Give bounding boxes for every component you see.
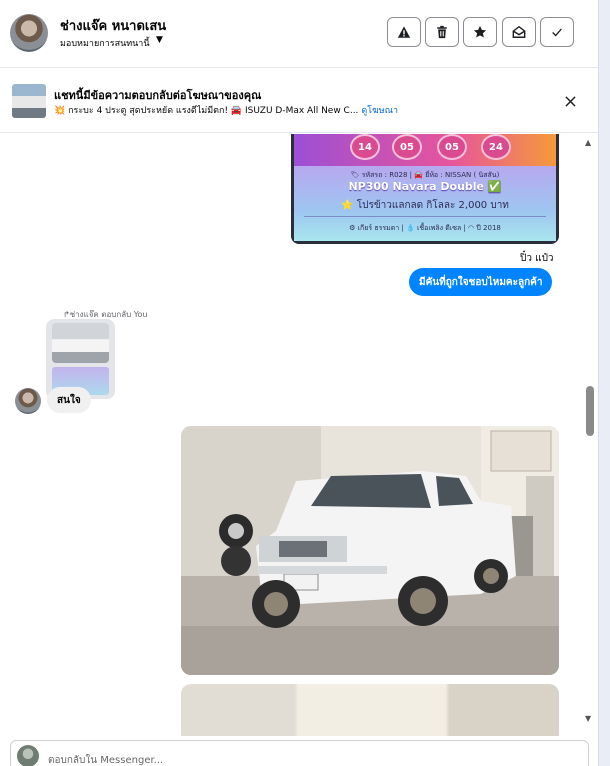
car-photo-message[interactable] (181, 426, 559, 675)
message-thread[interactable]: 14 05 05 24 🏷 รหัสรถ : R028 | 🚘 ยี่ห้อ :… (0, 134, 598, 736)
promo-divider (304, 216, 546, 217)
page-avatar (17, 745, 39, 766)
contact-avatar[interactable] (10, 14, 48, 52)
conversation-header: ช่างแจ๊ค หนาดเสน มอบหมายการสนทนานี้ ▼ (0, 0, 598, 68)
scroll-down-arrow-icon[interactable]: ▼ (585, 714, 591, 723)
ad-reply-banner: แชทนี้มีข้อความตอบกลับต่อโฆษณาของคุณ 💥 ก… (0, 69, 598, 133)
countdown-box: 14 (350, 134, 380, 160)
window-edge (598, 0, 610, 766)
countdown-box: 24 (481, 134, 511, 160)
ad-banner-title: แชทนี้มีข้อความตอบกลับต่อโฆษณาของคุณ (54, 89, 262, 102)
mark-unread-button[interactable] (502, 17, 536, 47)
assign-conversation-link[interactable]: มอบหมายการสนทนานี้ (60, 36, 150, 50)
outgoing-message[interactable]: มีคันที่ถูกใจชอบไหมคะลูกค้า (409, 268, 553, 296)
contact-name[interactable]: ช่างแจ๊ค หนาดเสน (60, 15, 166, 36)
countdown-box: 05 (392, 134, 422, 160)
close-banner-button[interactable] (561, 92, 579, 110)
scroll-thumb[interactable] (586, 386, 594, 436)
countdown-box: 05 (437, 134, 467, 160)
pickup-truck-photo (181, 426, 559, 675)
replied-image-car (52, 323, 109, 363)
mark-done-button[interactable] (540, 17, 574, 47)
view-ad-link[interactable]: ดูโฆษณา (361, 106, 398, 116)
reply-input-placeholder[interactable]: ตอบกลับใน Messenger... (48, 753, 163, 766)
promo-details: 🏷 รหัสรถ : R028 | 🚘 ยี่ห้อ : NISSAN ( นิ… (294, 166, 556, 241)
caret-down-icon[interactable]: ▼ (156, 35, 163, 45)
contact-avatar-small[interactable] (15, 388, 41, 414)
warning-icon (397, 26, 411, 38)
promo-specs: ⚙ เกียร์ ธรรมดา | 💧 เชื้อเพลิง ดีเซล | ◠… (349, 224, 501, 232)
star-button[interactable] (463, 17, 497, 47)
ad-thumbnail[interactable] (12, 84, 46, 118)
check-icon (552, 28, 562, 37)
scroll-up-arrow-icon[interactable]: ▲ (585, 138, 591, 147)
incoming-message[interactable]: สนใจ (47, 387, 91, 413)
envelope-open-icon (512, 25, 526, 38)
close-icon (564, 95, 576, 107)
delete-button[interactable] (425, 17, 459, 47)
car-photo-message-2[interactable] (181, 684, 559, 736)
ad-banner-description: 💥 กระบะ 4 ประตู สุดประหยัด แรงดีไม่มีตก!… (54, 106, 359, 116)
report-button[interactable] (387, 17, 421, 47)
promo-offer: ⭐ โปรข้าวแลกลด กิโลละ 2,000 บาท (341, 200, 509, 211)
promo-model: NP300 Navara Double ✅ (348, 180, 502, 193)
star-icon (473, 25, 487, 38)
promo-image-message[interactable]: 14 05 05 24 🏷 รหัสรถ : R028 | 🚘 ยี่ห้อ :… (291, 134, 559, 244)
promo-countdown: 14 05 05 24 (294, 134, 556, 166)
outgoing-sender-name: ปิ๋ว แป๋ว (520, 253, 554, 264)
reply-composer: ตอบกลับใน Messenger... (0, 736, 598, 766)
conversation-page: ช่างแจ๊ค หนาดเสน มอบหมายการสนทนานี้ ▼ แช… (0, 0, 610, 766)
ad-banner-text: 💥 กระบะ 4 ประตู สุดประหยัด แรงดีไม่มีตก!… (54, 103, 398, 117)
chat-scrollbar[interactable]: ▲ ▼ (583, 134, 596, 736)
trash-icon (437, 25, 447, 39)
